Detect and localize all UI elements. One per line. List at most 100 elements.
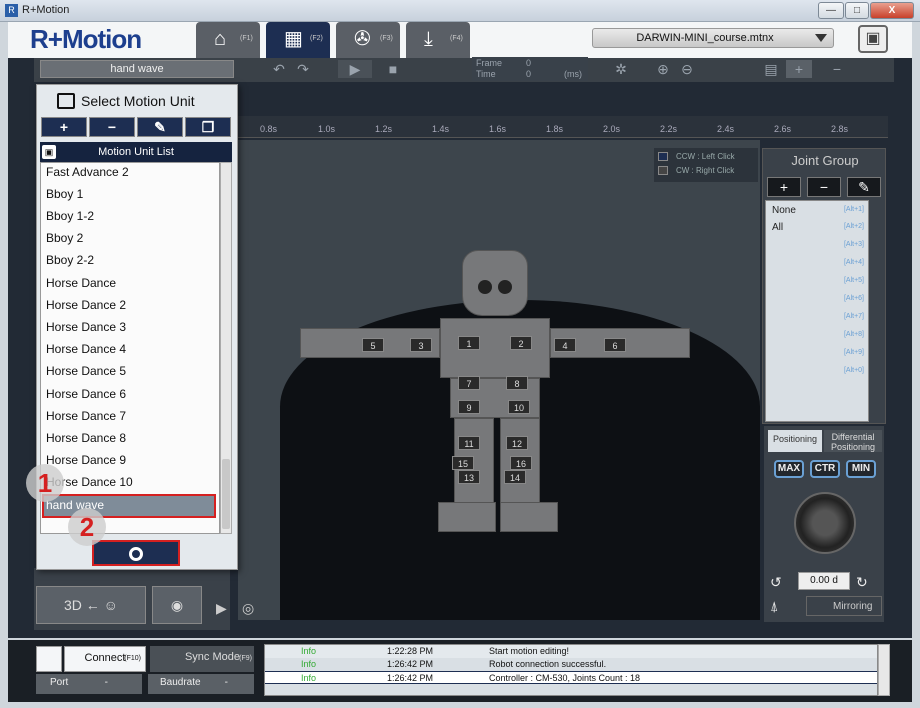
gear-icon[interactable]: ✲ xyxy=(610,60,632,78)
alt-shortcut: [Alt+8] xyxy=(843,331,864,338)
file-select[interactable]: DARWIN-MINI_course.mtnx xyxy=(592,28,834,48)
list-item[interactable]: Horse Dance 3 xyxy=(46,318,126,336)
tab-differential-positioning[interactable]: Differential Positioning xyxy=(824,430,882,452)
joint-6[interactable]: 6 xyxy=(604,338,626,352)
rotate-ccw-icon[interactable]: ↺ xyxy=(770,574,782,591)
joint-3[interactable]: 3 xyxy=(410,338,432,352)
joint-1[interactable]: 1 xyxy=(458,336,480,350)
alt-shortcut: [Alt+5] xyxy=(843,277,864,284)
list-item[interactable]: Horse Dance xyxy=(46,274,116,292)
motion-unit-list-scrollbar[interactable] xyxy=(220,162,232,534)
3d-view-tool[interactable]: 3D ← ☺ xyxy=(36,586,146,624)
joint-5[interactable]: 5 xyxy=(362,338,384,352)
list-item[interactable]: Horse Dance 6 xyxy=(46,385,126,403)
zoom-in-icon[interactable]: ⊕ xyxy=(652,60,674,78)
joint-group-title: Joint Group xyxy=(791,153,859,168)
home-icon: ⌂ xyxy=(214,28,227,50)
add-motion-unit-button[interactable]: + xyxy=(41,117,87,137)
remove-group-button[interactable]: − xyxy=(807,177,841,197)
close-button[interactable]: X xyxy=(870,2,914,19)
group-item-none[interactable]: None xyxy=(772,205,796,216)
lock-icon[interactable]: ▣ xyxy=(42,145,56,159)
maximize-button[interactable]: □ xyxy=(845,2,869,19)
play-button[interactable]: ▶ xyxy=(338,60,372,78)
robot-head xyxy=(462,250,528,316)
list-item[interactable]: Horse Dance 5 xyxy=(46,362,126,380)
timeline-tick: 2.6s xyxy=(774,124,792,134)
tab-home[interactable]: ⌂ (F1) xyxy=(196,22,260,58)
window-titlebar: R R+Motion — □ X xyxy=(0,0,920,22)
log-row: Info 1:22:28 PM Start motion editing! xyxy=(265,645,877,658)
joint-12[interactable]: 12 xyxy=(506,436,528,450)
robot-model[interactable]: 1 2 3 4 5 6 7 8 9 10 11 12 13 14 15 16 xyxy=(290,240,700,540)
timeline-ruler[interactable]: 0.8s 1.0s 1.2s 1.4s 1.6s 1.8s 2.0s 2.2s … xyxy=(238,116,888,138)
undo-icon[interactable]: ↶ xyxy=(268,60,290,78)
connect-button[interactable]: Connect (F10) xyxy=(64,646,146,672)
joint-group-list[interactable]: None All [Alt+1] [Alt+2] [Alt+3] [Alt+4]… xyxy=(765,200,869,422)
tab-play[interactable]: ✇ (F3) xyxy=(336,22,400,58)
tab-motion-edit[interactable]: ▦ (F2) xyxy=(266,22,330,58)
lightbulb-icon[interactable]: ◉ xyxy=(152,586,202,624)
scrollbar-thumb[interactable] xyxy=(222,459,230,529)
ccw-swatch xyxy=(658,152,668,161)
mirror-icon[interactable]: ⍋ xyxy=(770,598,778,615)
list-item[interactable]: Horse Dance 4 xyxy=(46,340,126,358)
rotate-cw-icon[interactable]: ↻ xyxy=(856,574,868,591)
position-dial[interactable] xyxy=(794,492,856,554)
minimize-button[interactable]: — xyxy=(818,2,844,19)
remove-motion-unit-button[interactable]: − xyxy=(89,117,135,137)
baudrate-select[interactable]: Baudrate - xyxy=(148,674,254,694)
joint-7[interactable]: 7 xyxy=(458,376,480,390)
list-item[interactable]: Horse Dance 2 xyxy=(46,296,126,314)
list-item[interactable]: Horse Dance 7 xyxy=(46,407,126,425)
list-item[interactable]: Bboy 2-2 xyxy=(46,251,94,269)
edit-group-button[interactable]: ✎ xyxy=(847,177,881,197)
group-item-all[interactable]: All xyxy=(772,222,783,233)
list-item[interactable]: Bboy 1-2 xyxy=(46,207,94,225)
joint-13[interactable]: 13 xyxy=(458,470,480,484)
sync-mode-button[interactable]: Sync Mode (F9) xyxy=(150,646,254,672)
download-icon: ⤓ xyxy=(424,28,433,50)
list-item[interactable]: Bboy 2 xyxy=(46,229,83,247)
remove-frame-button[interactable]: − xyxy=(826,60,848,78)
alt-shortcut: [Alt+0] xyxy=(843,367,864,374)
tab-positioning[interactable]: Positioning xyxy=(768,430,822,452)
ok-button[interactable] xyxy=(92,540,180,566)
clapper-icon[interactable]: ▤ xyxy=(760,60,782,78)
copy-motion-unit-button[interactable]: ❐ xyxy=(185,117,231,137)
joint-4[interactable]: 4 xyxy=(554,338,576,352)
list-item[interactable]: Fast Advance 2 xyxy=(46,163,129,181)
cw-swatch xyxy=(658,166,668,175)
max-button[interactable]: MAX xyxy=(774,460,804,478)
joint-11[interactable]: 11 xyxy=(458,436,480,450)
redo-icon[interactable]: ↷ xyxy=(292,60,314,78)
list-item[interactable]: Horse Dance 9 xyxy=(46,451,126,469)
joint-15[interactable]: 15 xyxy=(452,456,474,470)
tab-download[interactable]: ⤓ (F4) xyxy=(406,22,470,58)
joint-2[interactable]: 2 xyxy=(510,336,532,350)
mirroring-button[interactable]: Mirroring xyxy=(806,596,882,616)
joint-9[interactable]: 9 xyxy=(458,400,480,414)
log-scrollbar[interactable] xyxy=(878,644,890,696)
message-log[interactable]: Info 1:22:28 PM Start motion editing! In… xyxy=(264,644,878,696)
film-icon: ▦ xyxy=(284,28,303,50)
edit-motion-unit-button[interactable]: ✎ xyxy=(137,117,183,137)
joint-16[interactable]: 16 xyxy=(510,456,532,470)
port-select[interactable]: Port - xyxy=(36,674,142,694)
min-button[interactable]: MIN xyxy=(846,460,876,478)
add-group-button[interactable]: + xyxy=(767,177,801,197)
zoom-out-icon[interactable]: ⊖ xyxy=(676,60,698,78)
list-item[interactable]: Horse Dance 8 xyxy=(46,429,126,447)
joint-8[interactable]: 8 xyxy=(506,376,528,390)
joint-14[interactable]: 14 xyxy=(504,470,526,484)
camera-icon[interactable]: ▶ xyxy=(216,600,227,617)
joint-10[interactable]: 10 xyxy=(508,400,530,414)
motion-unit-select[interactable]: hand wave xyxy=(40,60,234,78)
stop-icon[interactable]: ■ xyxy=(382,60,404,78)
save-button[interactable]: ▣ xyxy=(858,25,888,53)
record-icon[interactable]: ◎ xyxy=(242,600,254,617)
angle-input[interactable]: 0.00 d xyxy=(798,572,850,590)
add-frame-button[interactable]: + xyxy=(786,60,812,78)
list-item[interactable]: Bboy 1 xyxy=(46,185,83,203)
ctr-button[interactable]: CTR xyxy=(810,460,840,478)
